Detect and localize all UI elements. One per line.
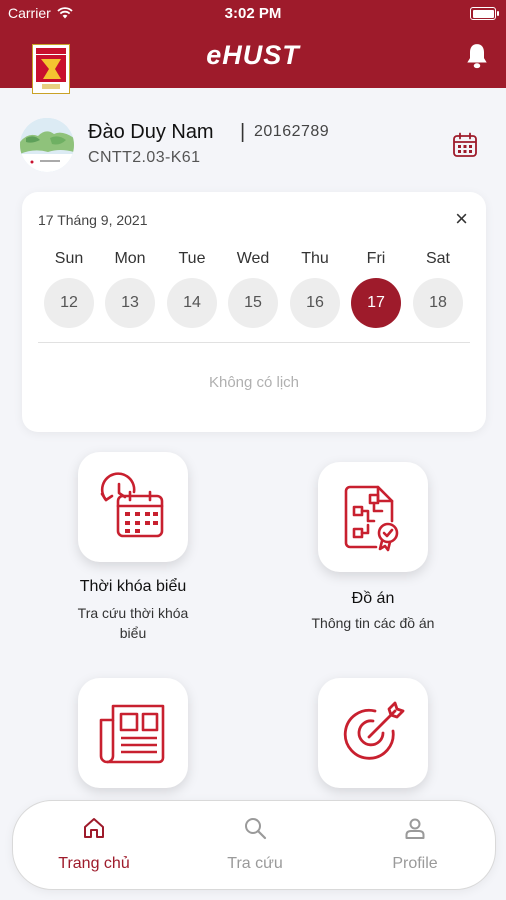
day-fri[interactable]: Fri 17 [351,250,401,328]
user-icon [405,818,425,839]
target-icon [343,701,405,760]
notification-bell-icon[interactable] [464,42,490,75]
app-header: Carrier 3:02 PM eHUST [0,0,506,94]
name-separator: | [240,121,246,143]
divider [38,342,470,343]
search-icon [245,818,267,840]
timetable-tile[interactable] [78,452,188,562]
day-number[interactable]: 12 [44,278,94,328]
nav-search-label: Tra cứu [227,855,283,872]
nav-profile[interactable]: Profile [355,801,475,891]
battery-icon [470,7,499,20]
day-number[interactable]: 14 [167,278,217,328]
timetable-title: Thời khóa biểu [79,578,187,595]
nav-home[interactable]: Trang chủ [34,801,154,891]
goal-tile[interactable] [318,678,428,788]
status-time: 3:02 PM [224,5,282,22]
timetable-subtitle-line1: Tra cứu thời khóa [77,605,189,621]
project-title: Đồ án [351,590,395,607]
project-document-icon [344,485,399,552]
nav-search[interactable]: Tra cứu [195,801,315,891]
status-bar: Carrier 3:02 PM [0,0,506,28]
schedule-card: 17 Tháng 9, 2021 × Sun 12 Mon 13 Tue 14 … [22,192,486,432]
home-icon [84,818,104,838]
week-day-picker: Sun 12 Mon 13 Tue 14 Wed 15 Thu 16 Fri 1… [22,250,486,330]
calendar-icon[interactable] [452,132,478,163]
student-id: 20162789 [254,123,330,140]
day-mon[interactable]: Mon 13 [105,250,155,328]
close-icon[interactable]: × [455,206,468,232]
nav-home-label: Trang chủ [58,855,130,872]
project-subtitle: Thông tin các đồ án [311,615,435,631]
day-sat[interactable]: Sat 18 [413,250,463,328]
no-schedule-text: Không có lịch [208,374,300,391]
day-number[interactable]: 13 [105,278,155,328]
day-name: Thu [301,250,329,267]
class-name: CNTT2.03-K61 [88,149,201,166]
day-wed[interactable]: Wed 15 [228,250,278,328]
schedule-date: 17 Tháng 9, 2021 [38,212,148,228]
timetable-icon [100,472,164,538]
day-number[interactable]: 15 [228,278,278,328]
day-thu[interactable]: Thu 16 [290,250,340,328]
project-tile[interactable] [318,462,428,572]
nav-profile-label: Profile [392,855,438,872]
day-name: Fri [366,250,386,267]
day-number[interactable]: 16 [290,278,340,328]
day-sun[interactable]: Sun 12 [44,250,94,328]
day-number-selected[interactable]: 17 [351,278,401,328]
day-name: Tue [178,250,206,267]
user-name: Đào Duy Nam [88,121,214,143]
day-name: Sun [54,250,84,267]
timetable-subtitle-line2: biểu [119,625,147,641]
timetable-subtitle: Tra cứu thời khóa biểu [48,603,218,643]
day-name: Mon [114,250,146,267]
bottom-navigation: Trang chủ Tra cứu Profile [12,800,496,890]
avatar[interactable] [20,118,74,172]
newspaper-icon [99,704,165,764]
news-tile[interactable] [78,678,188,788]
app-title: eHUST [206,40,300,70]
profile-section: Đào Duy Nam | 20162789 CNTT2.03-K61 [20,112,486,182]
day-number[interactable]: 18 [413,278,463,328]
day-name: Wed [236,250,270,267]
day-tue[interactable]: Tue 14 [167,250,217,328]
day-name: Sat [425,250,450,267]
